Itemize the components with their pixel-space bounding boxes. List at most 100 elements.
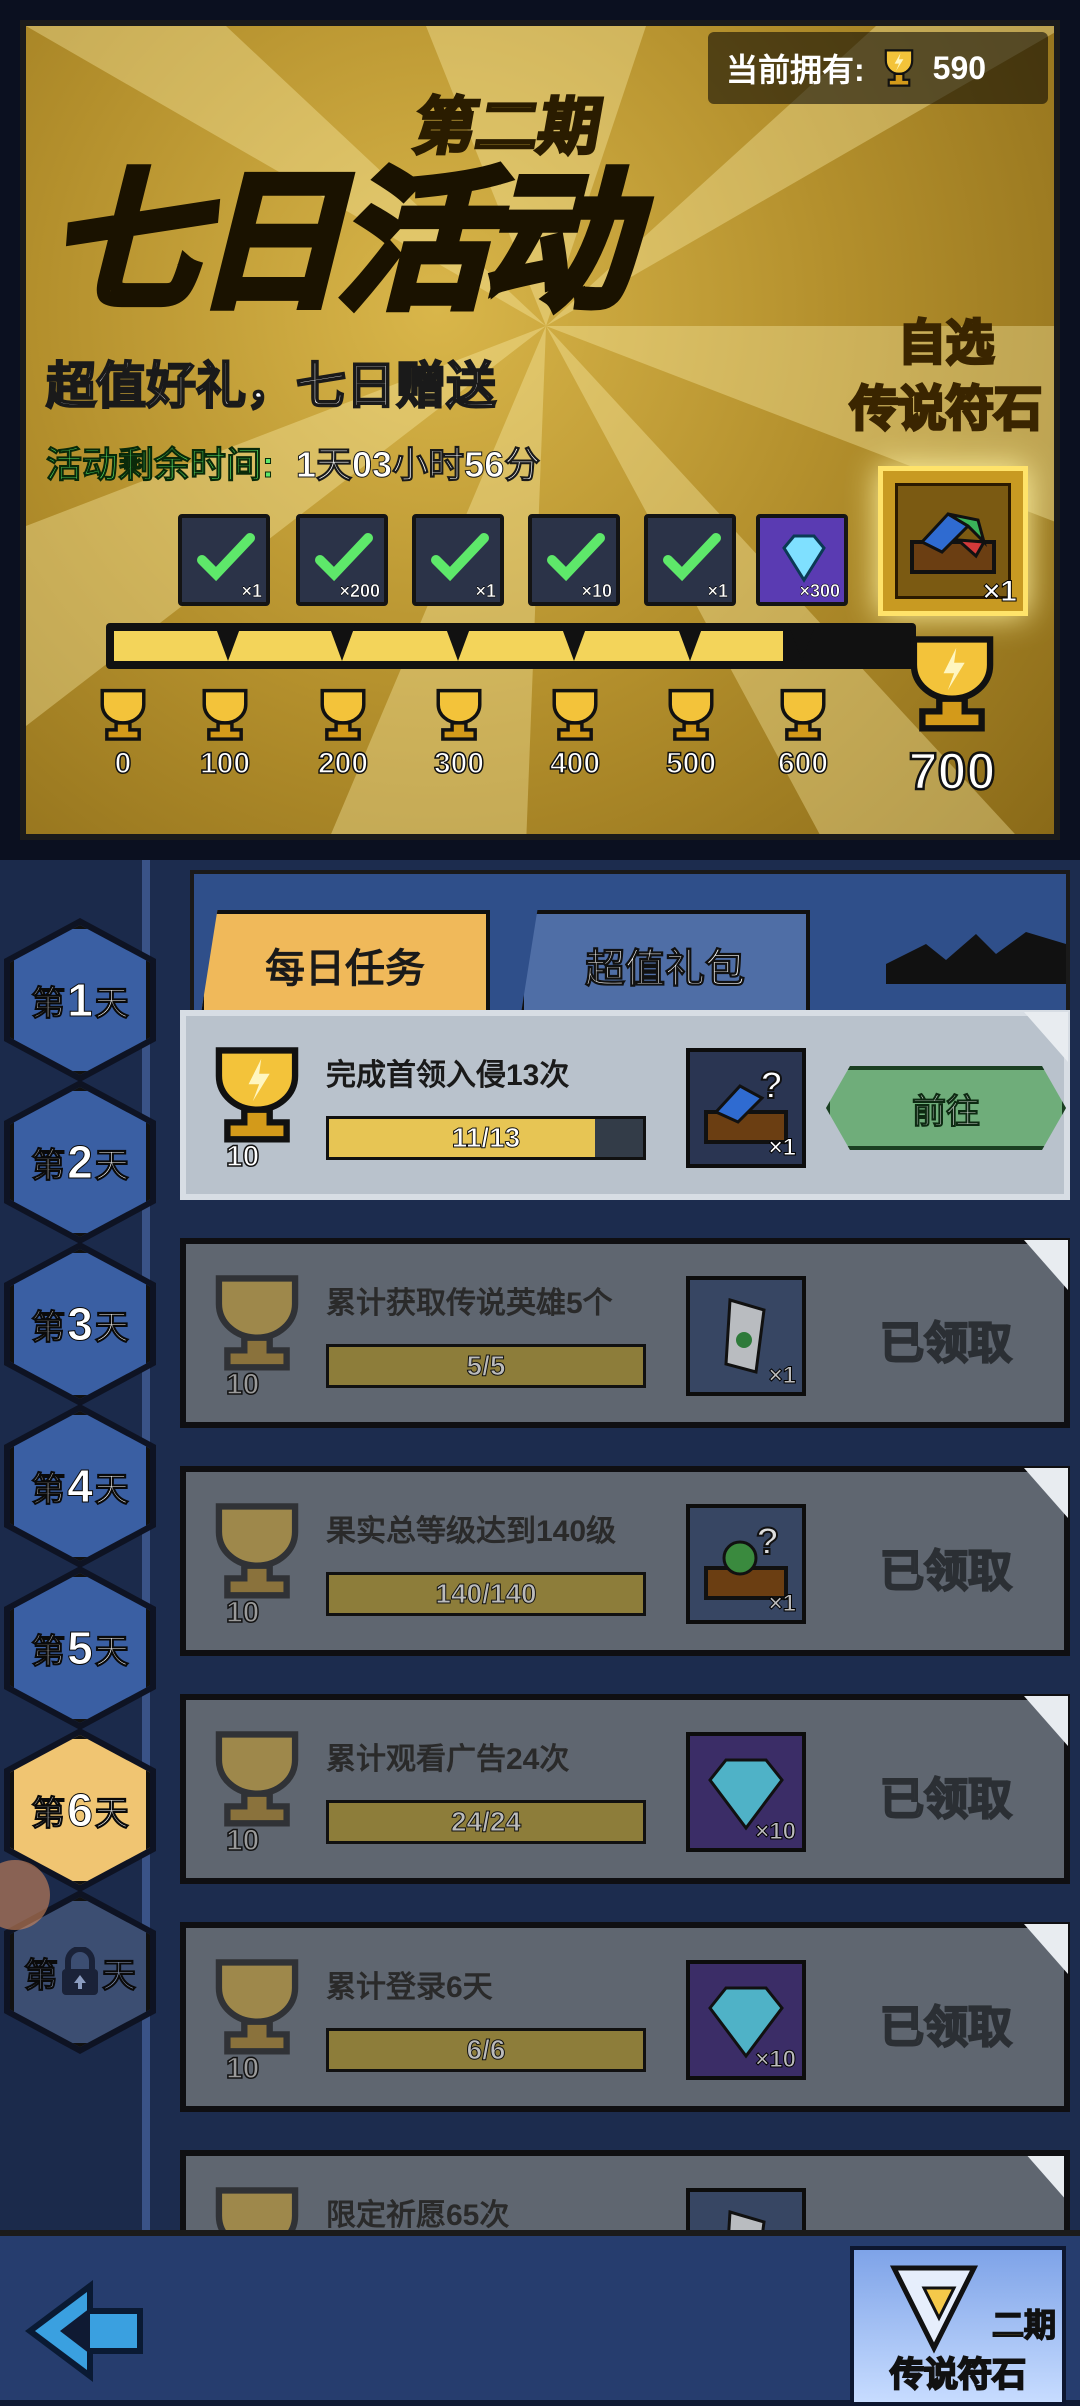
day-number: 5 bbox=[67, 1622, 94, 1675]
reward-qty: ×300 bbox=[799, 581, 840, 602]
milestone-reward-1[interactable]: ×1 bbox=[178, 514, 270, 606]
day-prefix: 第 bbox=[31, 1632, 66, 1671]
card-corner bbox=[1024, 2156, 1064, 2202]
final-reward-title: 自选 传说符石 bbox=[846, 311, 1046, 443]
card-corner bbox=[1024, 1696, 1068, 1746]
milestone-value: 300 bbox=[433, 746, 485, 781]
legend-rune-button[interactable]: 二期 传说符石 bbox=[850, 2246, 1066, 2406]
task-progress-text: 6/6 bbox=[466, 2034, 506, 2066]
day-prefix: 第 bbox=[31, 984, 66, 1023]
check-icon bbox=[663, 533, 721, 582]
task-points: 10 bbox=[225, 1823, 260, 1858]
event-title: 七日活动 bbox=[37, 152, 664, 334]
diamond-icon bbox=[782, 534, 826, 583]
milestone-reward-5[interactable]: ×1 bbox=[644, 514, 736, 606]
day-suffix: 天 bbox=[94, 984, 129, 1023]
task-progress-text: 5/5 bbox=[466, 1350, 506, 1382]
task-progress-bar: 6/6 bbox=[326, 2028, 646, 2072]
task-reward-item[interactable]: ? ×1 bbox=[686, 1504, 806, 1624]
day-number: 2 bbox=[67, 1136, 94, 1189]
check-icon bbox=[197, 533, 255, 582]
claimed-label: 已领取 bbox=[879, 1546, 1013, 1597]
tab-daily-tasks[interactable]: 每日任务 bbox=[200, 910, 490, 1020]
track-marker bbox=[788, 623, 816, 661]
remaining-time: 活动剩余时间: 1天03小时56分 bbox=[46, 436, 541, 488]
legend-period: 二期 bbox=[991, 2306, 1057, 2344]
task-progress-bar: 11/13 bbox=[326, 1116, 646, 1160]
reward-qty: ×200 bbox=[339, 581, 380, 602]
task-card: 10 累计观看广告24次 24/24 ×10 已领取 bbox=[180, 1694, 1070, 1884]
milestone-300: 300 bbox=[414, 686, 504, 781]
tab-value-packs[interactable]: 超值礼包 bbox=[520, 910, 810, 1020]
task-reward-item[interactable]: ×10 bbox=[686, 1732, 806, 1852]
milestone-600: 600 bbox=[758, 686, 848, 781]
task-points: 10 bbox=[225, 2051, 260, 2086]
task-points: 10 bbox=[225, 1595, 260, 1630]
milestone-reward-6[interactable]: ×300 bbox=[756, 514, 848, 606]
reward-qty: ×1 bbox=[241, 581, 262, 602]
card-corner bbox=[1024, 1468, 1068, 1518]
trophy-icon bbox=[215, 1047, 299, 1143]
task-title: 果实总等级达到140级 bbox=[326, 1515, 617, 1548]
trophy-icon bbox=[552, 688, 598, 741]
task-progress-bar: 140/140 bbox=[326, 1572, 646, 1616]
back-arrow-icon[interactable] bbox=[20, 2276, 150, 2386]
day-suffix: 天 bbox=[102, 1956, 137, 1995]
milestone-0: 0 bbox=[78, 686, 168, 781]
task-progress-text: 24/24 bbox=[450, 1806, 522, 1838]
go-button[interactable]: 前往 bbox=[826, 1066, 1066, 1150]
bottom-bar: 二期 传说符石 bbox=[0, 2230, 1080, 2406]
track-marker bbox=[560, 623, 588, 661]
card-corner bbox=[1024, 1924, 1068, 1974]
final-reward-title-line1: 自选 bbox=[896, 316, 995, 372]
day-number: 6 bbox=[67, 1784, 94, 1837]
check-icon bbox=[547, 533, 605, 582]
day-suffix: 天 bbox=[94, 1632, 129, 1671]
task-card: 10 累计获取传说英雄5个 5/5 ×1 已领取 bbox=[180, 1238, 1070, 1428]
reward-qty: ×1 bbox=[707, 581, 728, 602]
trophy-icon bbox=[910, 636, 994, 732]
task-reward-item[interactable]: ×10 bbox=[686, 1960, 806, 2080]
trophy-icon bbox=[668, 688, 714, 741]
check-icon bbox=[431, 533, 489, 582]
card-corner bbox=[1024, 1240, 1068, 1290]
milestone-value: 500 bbox=[665, 746, 717, 781]
trophy-icon bbox=[884, 49, 913, 87]
task-progress-text: 140/140 bbox=[435, 1578, 537, 1610]
day-number: 1 bbox=[67, 974, 94, 1027]
task-reward-qty: ×1 bbox=[768, 1362, 796, 1390]
card-corner bbox=[1024, 1012, 1068, 1062]
trophy-icon bbox=[202, 688, 248, 741]
final-reward-title-line2: 传说符石 bbox=[848, 382, 1043, 438]
trophy-icon bbox=[780, 688, 826, 741]
task-progress-bar: 5/5 bbox=[326, 1344, 646, 1388]
milestone-reward-4[interactable]: ×10 bbox=[528, 514, 620, 606]
day-suffix: 天 bbox=[94, 1146, 129, 1185]
owned-points: 当前拥有: 590 bbox=[708, 32, 1048, 104]
svg-text:?: ? bbox=[756, 1521, 779, 1563]
reward-qty: ×1 bbox=[475, 581, 496, 602]
task-progress-text: 11/13 bbox=[451, 1122, 521, 1154]
milestone-500: 500 bbox=[646, 686, 736, 781]
task-reward-item[interactable]: ×1 bbox=[686, 1276, 806, 1396]
milestone-value: 600 bbox=[777, 746, 829, 781]
day-prefix: 第 bbox=[31, 1308, 66, 1347]
legend-rune-label: 传说符石 bbox=[889, 2355, 1027, 2395]
crack-decoration bbox=[886, 932, 1066, 984]
owned-label: 当前拥有: bbox=[726, 52, 865, 88]
day-suffix: 天 bbox=[94, 1308, 129, 1347]
milestone-value: 0 bbox=[114, 746, 132, 781]
track-marker bbox=[214, 623, 242, 661]
task-reward-item[interactable]: ? ×1 bbox=[686, 1048, 806, 1168]
remaining-time-label: 活动剩余时间: bbox=[46, 444, 275, 486]
final-reward-slot[interactable]: ×1 bbox=[878, 466, 1028, 616]
track-marker bbox=[676, 623, 704, 661]
track-marker bbox=[444, 623, 472, 661]
trophy-icon bbox=[215, 1731, 299, 1827]
day-prefix: 第 bbox=[31, 1146, 66, 1185]
task-card: 10 果实总等级达到140级 140/140 ? ×1 已领取 bbox=[180, 1466, 1070, 1656]
milestone-reward-3[interactable]: ×1 bbox=[412, 514, 504, 606]
trophy-icon bbox=[100, 688, 146, 741]
milestone-reward-2[interactable]: ×200 bbox=[296, 514, 388, 606]
rune-logo-icon bbox=[889, 2265, 979, 2354]
